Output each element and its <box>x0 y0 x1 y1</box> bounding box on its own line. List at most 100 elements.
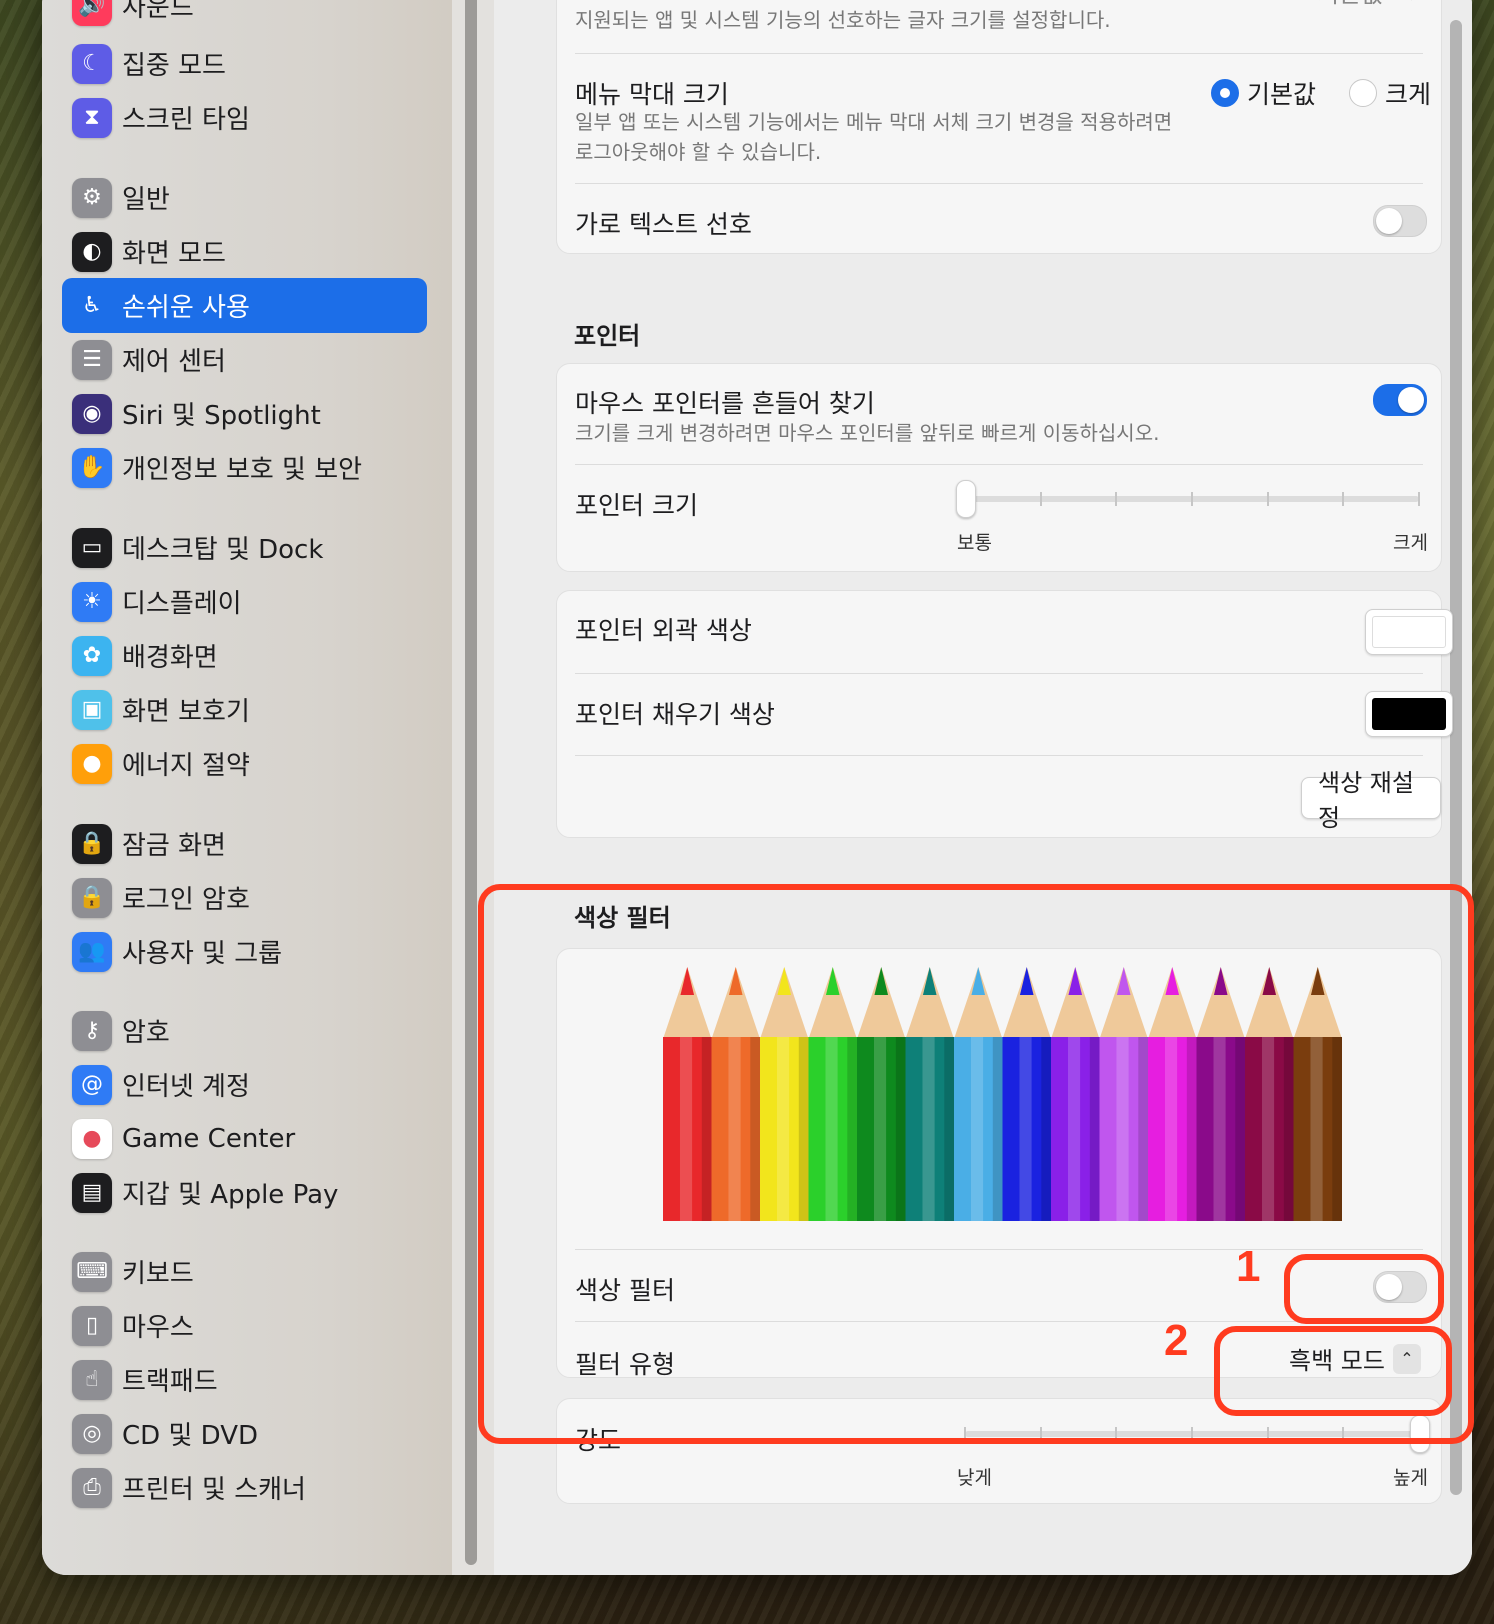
sidebar-item-label: 제어 센터 <box>122 347 226 377</box>
sidebar-item-label: 개인정보 보호 및 보안 <box>122 455 363 485</box>
gear-icon: ⚙ <box>72 177 112 218</box>
annotation-box-filter-type <box>1214 1326 1452 1416</box>
sidebar-item-4[interactable]: ◐ 화면 모드 <box>62 224 427 279</box>
display-card: 지원되는 앱 및 시스템 기능의 선호하는 글자 크기를 설정합니다. 기본값 … <box>556 0 1442 254</box>
sidebar-item-18[interactable]: @ 인터넷 계정 <box>62 1057 427 1112</box>
sidebar-item-24[interactable]: ◎ CD 및 DVD <box>62 1406 427 1461</box>
game-center-icon: ● <box>72 1118 112 1159</box>
pointer-fill-color-well[interactable] <box>1365 691 1453 737</box>
annotation-number-2: 2 <box>1164 1316 1189 1365</box>
sidebar-item-label: 화면 모드 <box>122 239 226 269</box>
sidebar-item-23[interactable]: ☝ 트랙패드 <box>62 1352 427 1407</box>
menubar-size-default-label[interactable]: 기본값 <box>1247 75 1316 111</box>
sidebar-item-7[interactable]: ◉ Siri 및 Spotlight <box>62 386 427 441</box>
sidebar-item-label: 잠금 화면 <box>122 831 226 861</box>
printer-icon: ⎙ <box>72 1467 112 1508</box>
menubar-size-large-label[interactable]: 크게 <box>1385 75 1431 111</box>
sidebar-item-label: 지갑 및 Apple Pay <box>122 1180 339 1210</box>
wallet-icon: ▤ <box>72 1172 112 1213</box>
pointer-outline-color-well[interactable] <box>1365 609 1453 655</box>
toggles-icon: ☰ <box>72 339 112 380</box>
disc-icon: ◎ <box>72 1413 112 1454</box>
sidebar-item-6[interactable]: ☰ 제어 센터 <box>62 332 427 387</box>
trackpad-icon: ☝ <box>72 1359 112 1400</box>
sidebar-item-0[interactable]: 🔊 사운드 <box>62 0 427 33</box>
sidebar-item-2[interactable]: ⧗ 스크린 타임 <box>62 90 427 145</box>
sidebar-item-14[interactable]: 🔒 잠금 화면 <box>62 816 427 871</box>
menubar-size-large-radio[interactable] <box>1349 79 1377 107</box>
sidebar-item-22[interactable]: ▯ 마우스 <box>62 1298 427 1353</box>
intensity-min-label: 낮게 <box>957 1467 992 1489</box>
pointer-section-title: 포인터 <box>574 322 641 350</box>
sidebar-item-label: 인터넷 계정 <box>122 1072 250 1102</box>
mouse-icon: ▯ <box>72 1305 112 1346</box>
sidebar-item-11[interactable]: ✿ 배경화면 <box>62 628 427 683</box>
sidebar-item-9[interactable]: ▭ 데스크탑 및 Dock <box>62 520 427 575</box>
appearance-icon: ◐ <box>72 231 112 272</box>
pointer-size-tick <box>1115 492 1118 506</box>
sidebar-item-label: 로그인 암호 <box>122 885 250 915</box>
sidebar-item-8[interactable]: ✋ 개인정보 보호 및 보안 <box>62 440 427 495</box>
sidebar-item-10[interactable]: ☀ 디스플레이 <box>62 574 427 629</box>
sidebar-item-3[interactable]: ⚙ 일반 <box>62 170 427 225</box>
keyboard-icon: ⌨ <box>72 1251 112 1292</box>
chevron-right-icon[interactable]: › <box>1409 0 1419 9</box>
sidebar-item-5[interactable]: ♿ 손쉬운 사용 <box>62 278 427 333</box>
sidebar-item-label: 디스플레이 <box>122 589 242 619</box>
sidebar-item-20[interactable]: ▤ 지갑 및 Apple Pay <box>62 1165 427 1220</box>
sidebar-item-label: 트랙패드 <box>122 1367 218 1397</box>
pointer-size-min-label: 보통 <box>957 532 992 554</box>
shake-to-locate-toggle[interactable] <box>1373 384 1427 416</box>
sidebar-item-label: 배경화면 <box>122 643 218 673</box>
annotation-number-1: 1 <box>1236 1242 1261 1291</box>
sidebar-item-label: 프린터 및 스캐너 <box>122 1475 306 1505</box>
lock-icon: 🔒 <box>72 877 112 918</box>
sidebar: 🔊 사운드 ☾ 집중 모드 ⧗ 스크린 타임 ⚙ 일반 ◐ 화면 모드 ♿ 손쉬운 사용 ☰ 제어 센터 ◉… <box>42 0 452 1575</box>
brightness-icon: ☀ <box>72 581 112 622</box>
text-size-description: 지원되는 앱 및 시스템 기능의 선호하는 글자 크기를 설정합니다. <box>575 8 1111 32</box>
prefer-horizontal-text-title: 가로 텍스트 선호 <box>575 210 752 239</box>
sidebar-scroll-thumb[interactable] <box>465 0 477 1565</box>
menubar-size-description-1: 일부 앱 또는 시스템 기능에서는 메뉴 막대 서체 크기 변경을 적용하려면 <box>575 110 1173 134</box>
pointer-size-tick <box>1191 492 1193 506</box>
at-icon: @ <box>72 1064 112 1105</box>
sidebar-item-19[interactable]: ● Game Center <box>62 1111 427 1166</box>
menubar-size-default-radio[interactable] <box>1211 79 1239 107</box>
menubar-size-description-2: 로그아웃해야 할 수 있습니다. <box>575 140 822 164</box>
speaker-icon: 🔊 <box>72 0 112 26</box>
lock-screen-icon: 🔒 <box>72 823 112 864</box>
sidebar-item-15[interactable]: 🔒 로그인 암호 <box>62 870 427 925</box>
pointer-size-tick <box>1418 492 1420 506</box>
sidebar-item-13[interactable]: ● 에너지 절약 <box>62 736 427 791</box>
pointer-card: 마우스 포인터를 흔들어 찾기 크기를 크게 변경하려면 마우스 포인터를 앞뒤… <box>556 363 1442 572</box>
key-icon: ⚷ <box>72 1010 112 1051</box>
sidebar-item-label: 집중 모드 <box>122 51 226 81</box>
pointer-size-knob[interactable] <box>956 480 976 518</box>
pointer-size-title: 포인터 크기 <box>575 491 698 520</box>
sidebar-item-16[interactable]: 👥 사용자 및 그룹 <box>62 924 427 979</box>
pointer-size-tick <box>1039 492 1042 506</box>
pointer-colors-card: 포인터 외곽 색상 포인터 채우기 색상 색상 재설정 <box>556 590 1453 838</box>
hand-icon: ✋ <box>72 447 112 488</box>
dock-icon: ▭ <box>72 527 112 568</box>
sidebar-item-label: Siri 및 Spotlight <box>122 401 321 431</box>
flower-icon: ✿ <box>72 635 112 676</box>
sidebar-item-21[interactable]: ⌨ 키보드 <box>62 1244 427 1299</box>
pointer-size-slider[interactable] <box>956 474 1427 524</box>
sidebar-item-1[interactable]: ☾ 집중 모드 <box>62 36 427 91</box>
pointer-size-max-label: 크게 <box>1393 532 1428 554</box>
sidebar-item-25[interactable]: ⎙ 프린터 및 스캐너 <box>62 1460 427 1515</box>
shake-to-locate-description: 크기를 크게 변경하려면 마우스 포인터를 앞뒤로 빠르게 이동하십시오. <box>575 421 1160 445</box>
sidebar-item-label: 사운드 <box>122 0 194 23</box>
pointer-size-tick <box>1266 492 1269 506</box>
sidebar-item-12[interactable]: ▣ 화면 보호기 <box>62 682 427 737</box>
sidebar-item-label: 화면 보호기 <box>122 697 250 727</box>
sidebar-item-17[interactable]: ⚷ 암호 <box>62 1003 427 1058</box>
sidebar-item-label: 손쉬운 사용 <box>122 293 250 323</box>
sidebar-item-label: 데스크탑 및 Dock <box>122 535 324 565</box>
sidebar-item-label: Game Center <box>122 1123 296 1154</box>
prefer-horizontal-text-toggle[interactable] <box>1373 205 1427 237</box>
text-size-value[interactable]: 기본값 <box>1317 0 1383 9</box>
reset-colors-button[interactable]: 색상 재설정 <box>1301 769 1441 832</box>
intensity-max-label: 높게 <box>1393 1467 1428 1489</box>
